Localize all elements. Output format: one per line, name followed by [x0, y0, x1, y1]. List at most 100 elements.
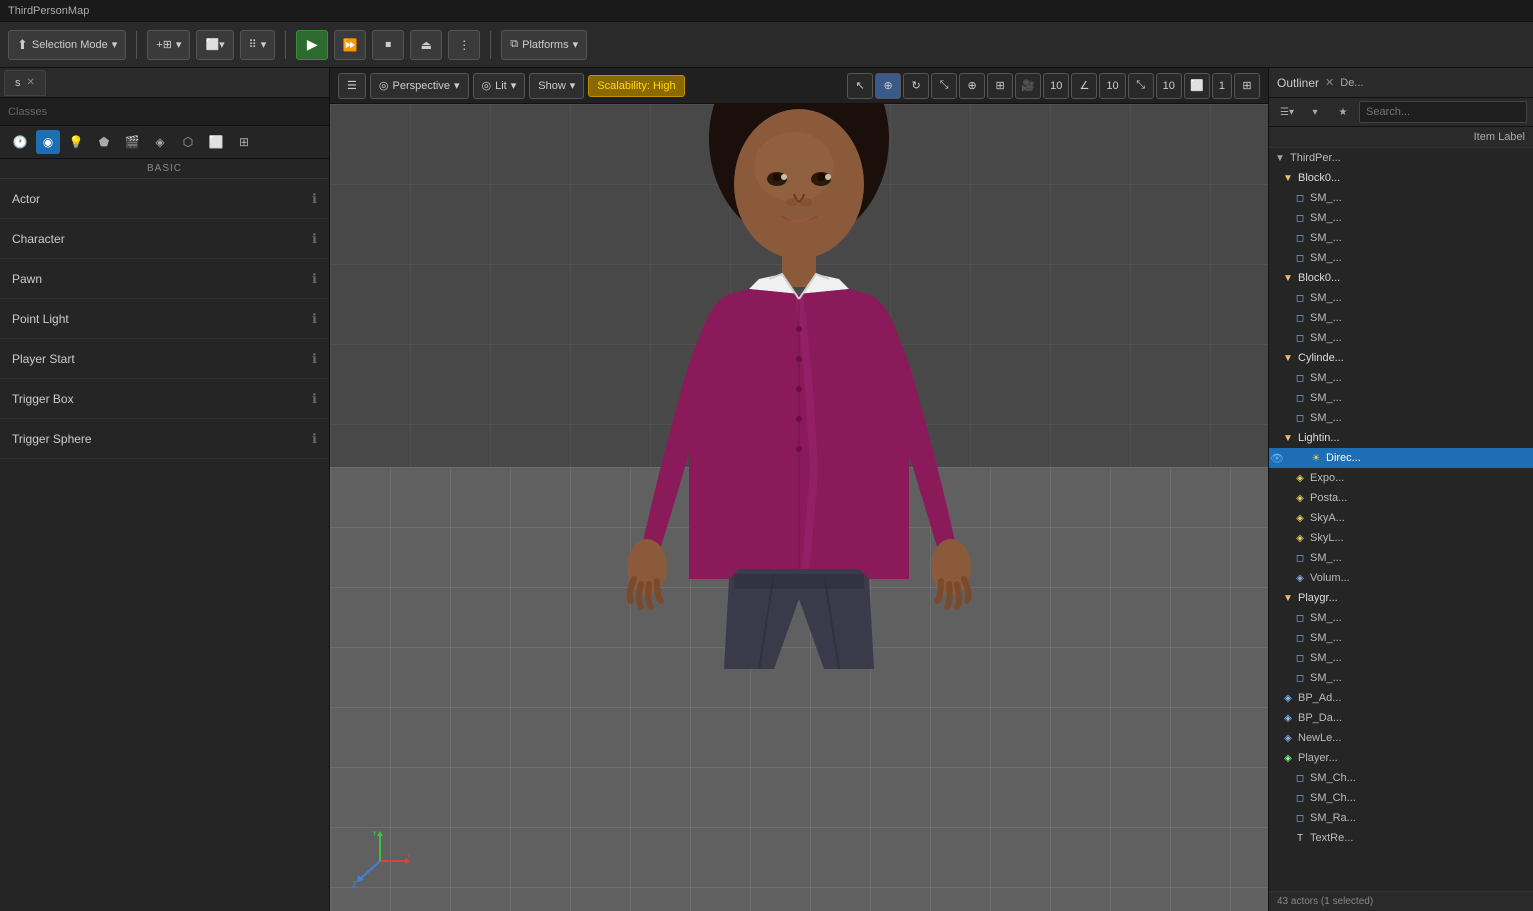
visuals-icon[interactable]: ◈	[148, 130, 172, 154]
table-row[interactable]: ◻ SM_...	[1269, 648, 1533, 668]
table-row[interactable]: ◻ SM_...	[1269, 668, 1533, 688]
table-row[interactable]: ◻ SM_Ch...	[1269, 788, 1533, 808]
table-row[interactable]: ◻ SM_...	[1269, 608, 1533, 628]
table-row[interactable]: ▼ Playgr...	[1269, 588, 1533, 608]
table-row[interactable]: ▼ Lightin...	[1269, 428, 1533, 448]
list-item[interactable]: Actor ℹ	[0, 179, 329, 219]
table-row[interactable]: T TextRe...	[1269, 828, 1533, 848]
platforms-button[interactable]: ⧉ Platforms ▾	[501, 30, 587, 60]
settings-button[interactable]: ⠿ ▾	[240, 30, 276, 60]
details-label[interactable]: De...	[1340, 77, 1363, 89]
table-row[interactable]: ◻ SM_...	[1269, 388, 1533, 408]
tree-item-type-icon: ◻	[1293, 651, 1307, 665]
classes-search-input[interactable]	[0, 98, 329, 126]
shapes-icon[interactable]: ⬟	[92, 130, 116, 154]
help-icon[interactable]: ℹ	[312, 271, 317, 287]
table-row[interactable]: ◈ SkyA...	[1269, 508, 1533, 528]
table-row[interactable]: ◈ SkyL...	[1269, 528, 1533, 548]
select-tool-button[interactable]: ↖	[847, 73, 873, 99]
list-item[interactable]: Pawn ℹ	[0, 259, 329, 299]
table-row[interactable]: ◻ SM_Ra...	[1269, 808, 1533, 828]
outliner-expand-button[interactable]: ▾	[1303, 100, 1327, 124]
viewport-menu-button[interactable]: ☰	[338, 73, 366, 99]
table-row[interactable]: ◻ SM_...	[1269, 328, 1533, 348]
help-icon[interactable]: ℹ	[312, 391, 317, 407]
visibility-icon[interactable]: 👁	[1269, 450, 1285, 466]
perspective-button[interactable]: ◎ Perspective ▾	[370, 73, 469, 99]
table-row[interactable]: ◻ SM_...	[1269, 628, 1533, 648]
table-row[interactable]: ◻ SM_...	[1269, 208, 1533, 228]
table-row[interactable]: ◈ Player...	[1269, 748, 1533, 768]
volumes-icon[interactable]: ⬜	[204, 130, 228, 154]
table-row[interactable]: ◈ BP_Da...	[1269, 708, 1533, 728]
eject-button[interactable]: ⏏	[410, 30, 442, 60]
rotate-tool-button[interactable]: ↻	[903, 73, 929, 99]
help-icon[interactable]: ℹ	[312, 351, 317, 367]
help-icon[interactable]: ℹ	[312, 311, 317, 327]
select-mode-button[interactable]: ⬜▾	[196, 30, 233, 60]
outliner-search-input[interactable]	[1359, 101, 1527, 123]
play-button[interactable]: ▶	[296, 30, 328, 60]
world-transform-button[interactable]: ⊕	[959, 73, 985, 99]
translate-tool-button[interactable]: ⊕	[875, 73, 901, 99]
table-row[interactable]: 👁 ☀ Direc...	[1269, 448, 1533, 468]
table-row[interactable]: ◈ Volum...	[1269, 568, 1533, 588]
outliner-bookmark-button[interactable]: ★	[1331, 100, 1355, 124]
table-row[interactable]: ◻ SM_Ch...	[1269, 768, 1533, 788]
list-item[interactable]: Trigger Sphere ℹ	[0, 419, 329, 459]
more-options-button[interactable]: ⋮	[448, 30, 480, 60]
table-row[interactable]: ▼ Block0...	[1269, 268, 1533, 288]
camera-speed-button[interactable]: 🎥	[1015, 73, 1041, 99]
help-icon[interactable]: ℹ	[312, 431, 317, 447]
list-item[interactable]: Trigger Box ℹ	[0, 379, 329, 419]
list-item[interactable]: Player Start ℹ	[0, 339, 329, 379]
table-row[interactable]: ◈ BP_Ad...	[1269, 688, 1533, 708]
add-content-button[interactable]: +⊞ ▾	[147, 30, 190, 60]
classes-tab-close[interactable]: ✕	[27, 77, 35, 88]
surface-snapping-button[interactable]: ⊞	[987, 73, 1013, 99]
grid-snap-value[interactable]: 10	[1043, 73, 1069, 99]
rotation-snap-value[interactable]: 10	[1099, 73, 1125, 99]
table-row[interactable]: ◻ SM_...	[1269, 368, 1533, 388]
scalability-badge[interactable]: Scalability: High	[588, 75, 684, 97]
tree-item-type-icon: ◻	[1293, 211, 1307, 225]
classes-tab[interactable]: s ✕	[4, 70, 46, 96]
display-value[interactable]: 1	[1212, 73, 1232, 99]
outliner-filter-button[interactable]: ☰▾	[1275, 100, 1299, 124]
table-row[interactable]: ◈ Expo...	[1269, 468, 1533, 488]
cinematics-icon[interactable]: 🎬	[120, 130, 144, 154]
outliner-close-button[interactable]: ✕	[1325, 76, 1334, 89]
all-icon[interactable]: ⊞	[232, 130, 256, 154]
scale-snap-value[interactable]: 10	[1156, 73, 1182, 99]
list-item[interactable]: Character ℹ	[0, 219, 329, 259]
table-row[interactable]: ◻ SM_...	[1269, 548, 1533, 568]
table-row[interactable]: ◻ SM_...	[1269, 248, 1533, 268]
table-row[interactable]: ▼ Cylinde...	[1269, 348, 1533, 368]
list-item[interactable]: Point Light ℹ	[0, 299, 329, 339]
selection-mode-button[interactable]: ⬆ Selection Mode ▾	[8, 30, 126, 60]
show-button[interactable]: Show ▾	[529, 73, 584, 99]
table-row[interactable]: ◻ SM_...	[1269, 288, 1533, 308]
help-icon[interactable]: ℹ	[312, 191, 317, 207]
stop-button[interactable]: ⏹	[372, 30, 404, 60]
lights-icon[interactable]: 💡	[64, 130, 88, 154]
table-row[interactable]: ▼ ThirdPer...	[1269, 148, 1533, 168]
help-icon[interactable]: ℹ	[312, 231, 317, 247]
maximize-button[interactable]: ⊞	[1234, 73, 1260, 99]
table-row[interactable]: ◻ SM_...	[1269, 308, 1533, 328]
table-row[interactable]: ◻ SM_...	[1269, 408, 1533, 428]
nav-icon[interactable]: ⬡	[176, 130, 200, 154]
all-classes-icon[interactable]: ◉	[36, 130, 60, 154]
table-row[interactable]: ◈ Posta...	[1269, 488, 1533, 508]
scale-tool-button[interactable]: ⤡	[931, 73, 957, 99]
table-row[interactable]: ◈ NewLe...	[1269, 728, 1533, 748]
recent-icon[interactable]: 🕐	[8, 130, 32, 154]
tree-item-type-icon: ◻	[1293, 371, 1307, 385]
viewport[interactable]: ☰ ◎ Perspective ▾ ◎ Lit ▾ Show ▾ Scalabi…	[330, 68, 1268, 911]
lit-button[interactable]: ◎ Lit ▾	[473, 73, 526, 99]
tree-item-type-icon: ◻	[1293, 411, 1307, 425]
table-row[interactable]: ▼ Block0...	[1269, 168, 1533, 188]
play-from-here-button[interactable]: ⏩	[334, 30, 366, 60]
table-row[interactable]: ◻ SM_...	[1269, 228, 1533, 248]
table-row[interactable]: ◻ SM_...	[1269, 188, 1533, 208]
